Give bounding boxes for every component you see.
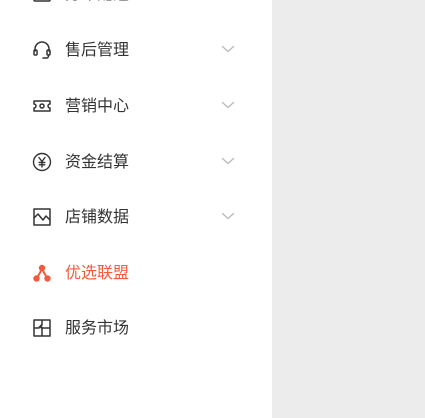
app-window: 分布配送 售后管理	[0, 0, 425, 418]
chart-icon	[32, 207, 52, 227]
sidebar-item-distribution[interactable]: 分布配送	[0, 0, 272, 14]
sidebar-item-label: 分布配送	[65, 0, 129, 14]
truck-icon	[32, 0, 52, 4]
sidebar-item-label: 营销中心	[65, 96, 130, 115]
sidebar-item-marketing[interactable]: 营销中心	[0, 86, 272, 126]
yen-circle-icon	[32, 152, 52, 172]
sidebar-item-label: 优选联盟	[65, 263, 130, 282]
puzzle-icon	[32, 318, 52, 338]
sidebar-item-service-market[interactable]: 服务市场	[0, 308, 272, 348]
sidebar-item-alliance[interactable]: 优选联盟	[0, 253, 272, 293]
content-area	[272, 0, 425, 418]
headset-icon	[32, 40, 52, 60]
chevron-down-icon[interactable]	[221, 44, 235, 54]
sidebar-menu: 分布配送 售后管理	[0, 0, 272, 418]
chevron-down-icon[interactable]	[221, 100, 235, 110]
sidebar-item-label: 店铺数据	[65, 207, 130, 226]
sidebar-item-shop-data[interactable]: 店铺数据	[0, 197, 272, 237]
sidebar-item-label: 资金结算	[65, 152, 130, 171]
sidebar-item-label: 服务市场	[65, 318, 130, 337]
sidebar-item-label: 售后管理	[65, 40, 130, 59]
ticket-icon	[32, 96, 52, 116]
network-icon	[32, 263, 52, 283]
sidebar-item-settlement[interactable]: 资金结算	[0, 142, 272, 182]
chevron-down-icon[interactable]	[221, 211, 235, 221]
chevron-down-icon[interactable]	[221, 156, 235, 166]
sidebar-item-after-sales[interactable]: 售后管理	[0, 30, 272, 70]
